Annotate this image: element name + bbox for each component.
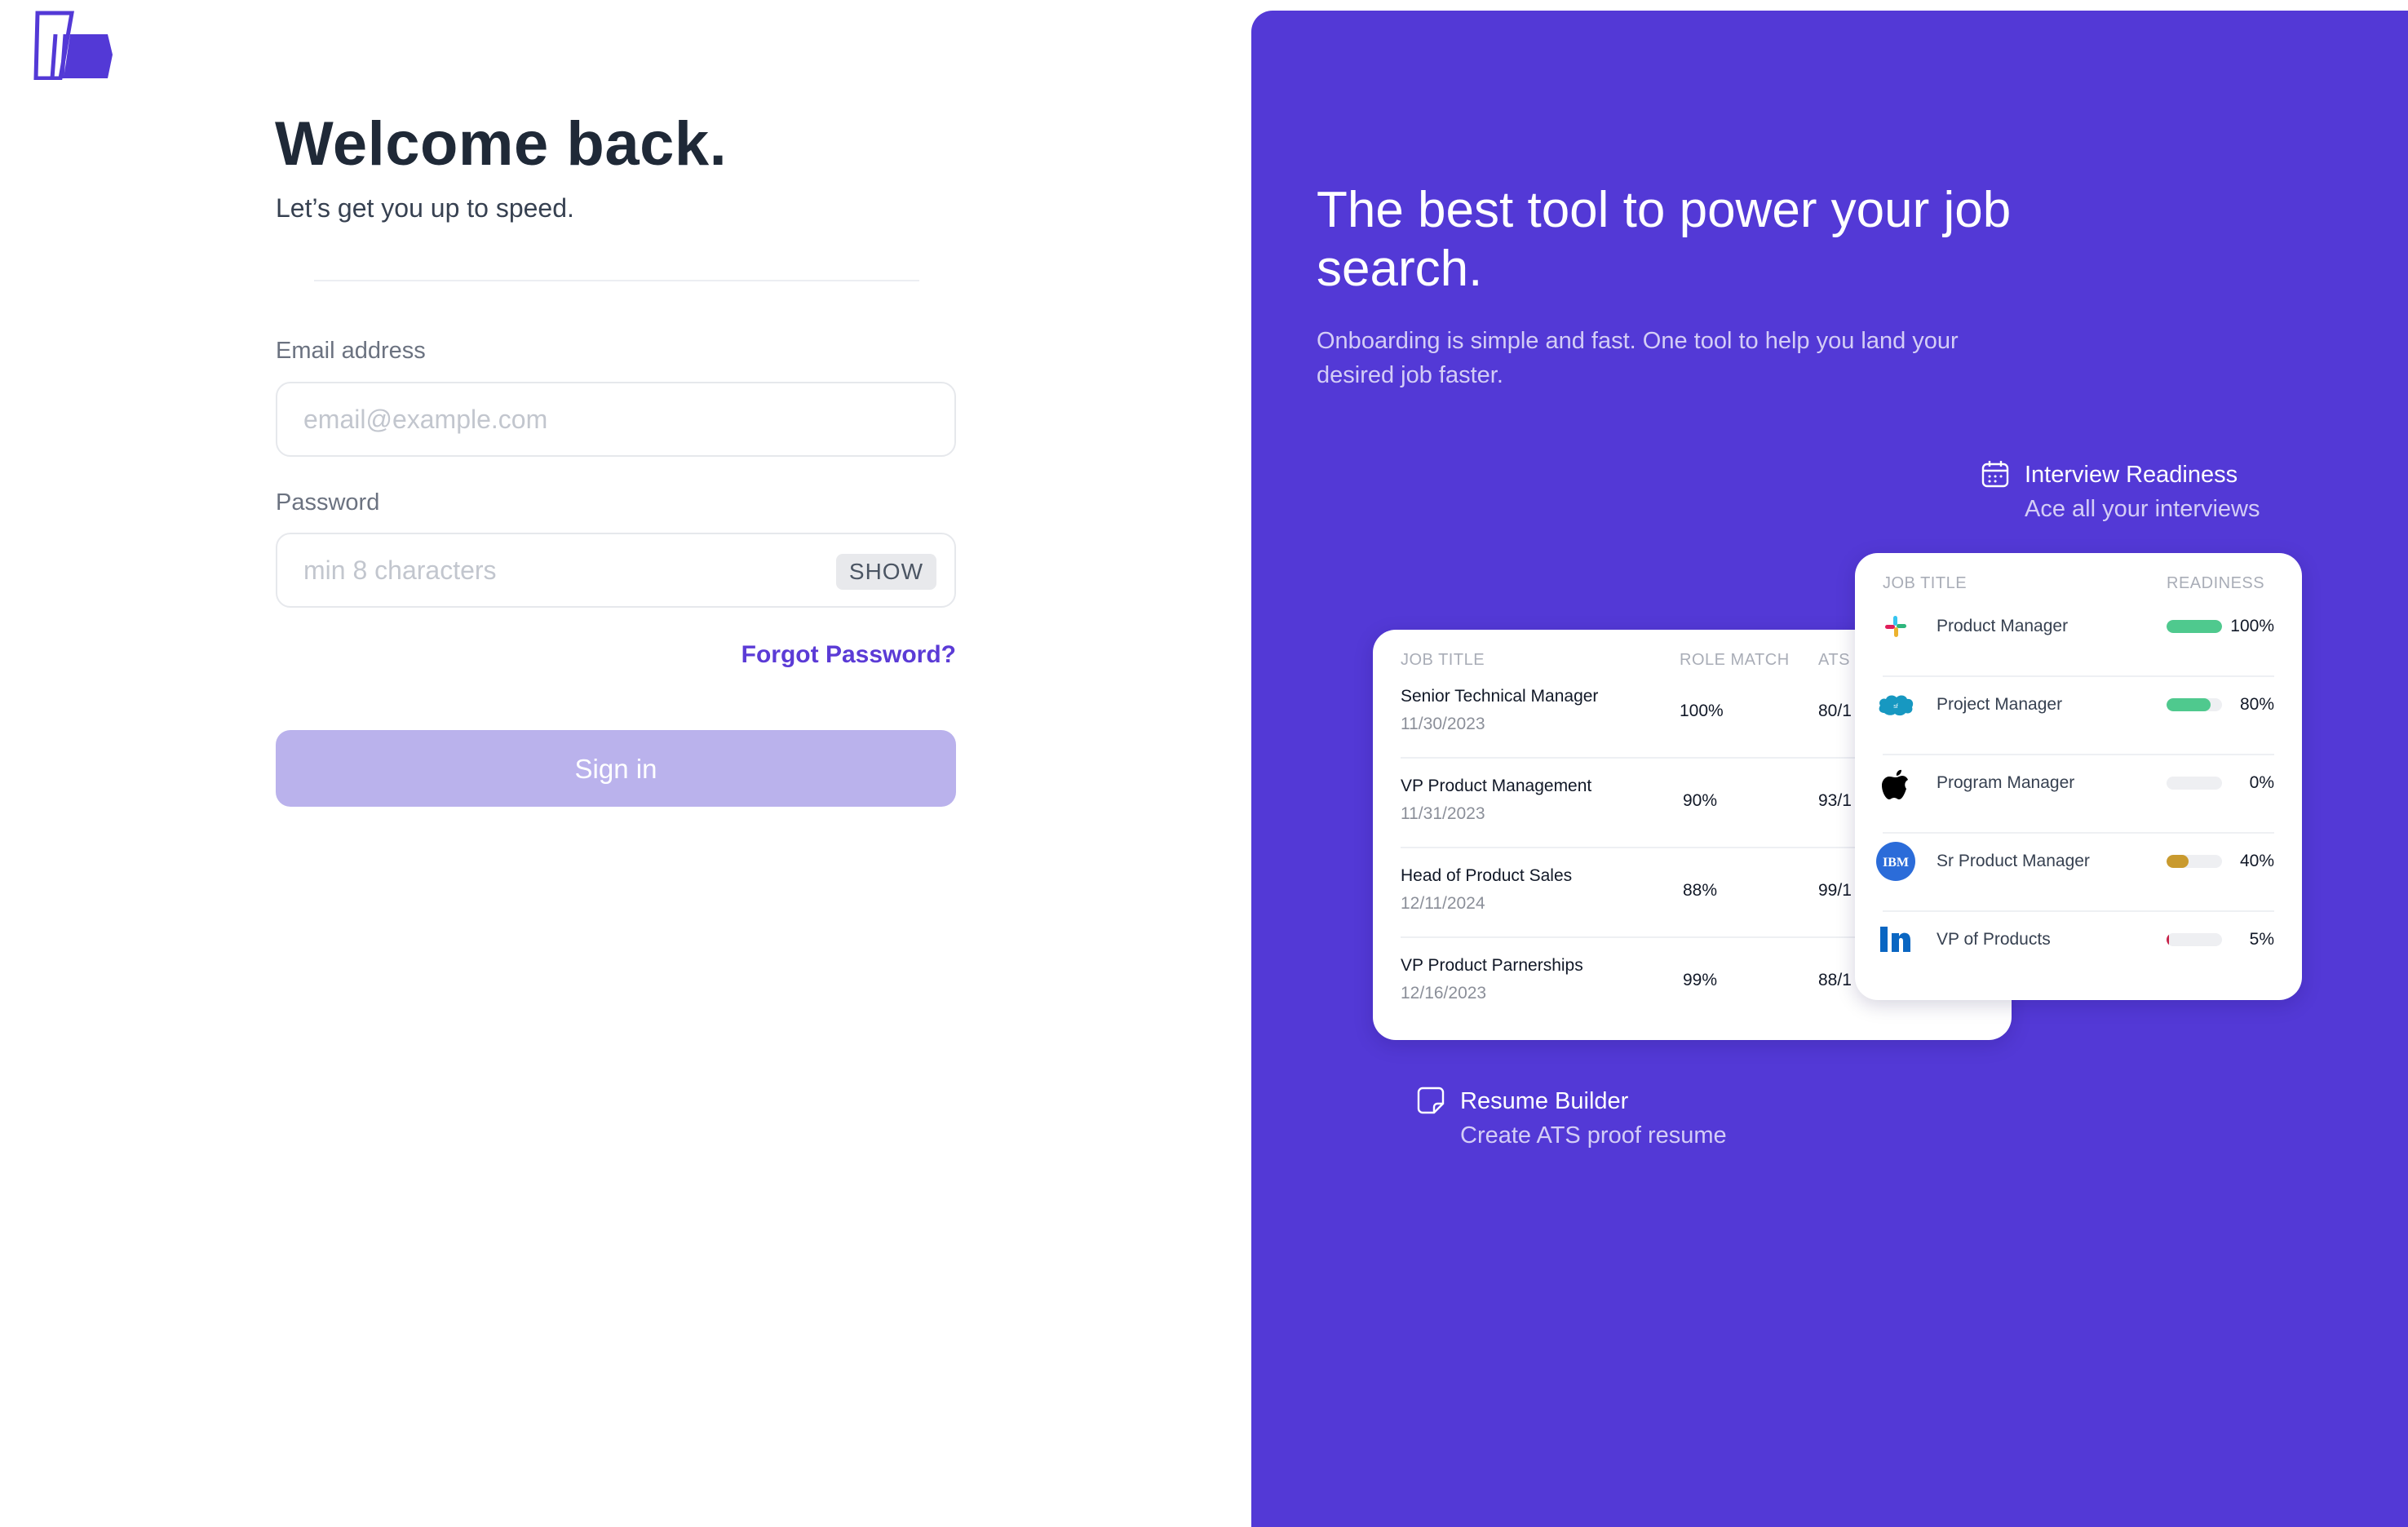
svg-text:sf: sf: [1893, 704, 1898, 710]
column-header: ROLE MATCH: [1680, 651, 1790, 669]
role-match-value: 99%: [1683, 971, 1718, 989]
job-title: Head of Product Sales: [1401, 866, 1573, 885]
divider: [314, 280, 919, 281]
ats-value: 88/1: [1818, 971, 1852, 989]
readiness-bar-fill: [2167, 698, 2211, 711]
sign-in-button[interactable]: Sign in: [276, 730, 956, 807]
password-label: Password: [276, 489, 380, 516]
role-match-value: 90%: [1683, 791, 1718, 810]
row-divider: [1883, 910, 2274, 912]
email-label: Email address: [276, 338, 426, 364]
password-input[interactable]: [303, 534, 809, 606]
job-title: Senior Technical Manager: [1401, 687, 1599, 706]
interview-readiness-title: Interview Readiness: [2025, 462, 2238, 488]
email-input[interactable]: [303, 383, 809, 455]
job-date: 12/11/2024: [1401, 894, 1485, 913]
row-divider: [1883, 675, 2274, 677]
column-header: JOB TITLE: [1401, 651, 1485, 669]
resume-builder-subtitle: Create ATS proof resume: [1460, 1122, 1727, 1149]
readiness-value: 5%: [2249, 930, 2274, 949]
job-title: VP of Products: [1937, 930, 2051, 949]
email-field-container: [276, 382, 956, 457]
readiness-bar: [2167, 698, 2222, 711]
calendar-icon: [1981, 461, 2009, 488]
job-title: Product Manager: [1937, 617, 2069, 635]
app-logo: [33, 11, 113, 80]
job-date: 11/31/2023: [1401, 804, 1485, 823]
readiness-value: 40%: [2239, 852, 2274, 870]
readiness-value: 0%: [2249, 773, 2274, 792]
column-header: JOB TITLE: [1883, 574, 1968, 592]
page-title: Welcome back.: [275, 109, 728, 179]
promo-description: Onboarding is simple and fast. One tool …: [1317, 328, 1959, 388]
forgot-password-link[interactable]: Forgot Password?: [741, 641, 956, 669]
readiness-bar: [2167, 620, 2222, 633]
readiness-bar-fill: [2167, 933, 2170, 946]
row-divider: [1883, 832, 2274, 834]
role-match-value: 100%: [1680, 702, 1724, 720]
interview-readiness-subtitle: Ace all your interviews: [2025, 496, 2260, 522]
job-date: 11/30/2023: [1401, 715, 1485, 733]
resume-builder-title: Resume Builder: [1460, 1088, 1629, 1114]
ats-value: 99/1: [1818, 881, 1852, 900]
job-title: Program Manager: [1937, 773, 2075, 792]
ibm-icon: IBM: [1876, 842, 1915, 881]
readiness-bar-fill: [2167, 620, 2222, 633]
role-match-value: 88%: [1683, 881, 1718, 900]
row-divider: [1883, 754, 2274, 755]
apple-icon: [1876, 764, 1915, 803]
readiness-value: 80%: [2239, 695, 2274, 714]
promo-title: The best tool to power your job search.: [1317, 182, 2012, 297]
svg-text:IBM: IBM: [1883, 856, 1909, 870]
job-title: Project Manager: [1937, 695, 2063, 714]
ats-value: 93/1: [1818, 791, 1852, 810]
salesforce-icon: sf: [1876, 685, 1915, 724]
readiness-bar: [2167, 855, 2222, 868]
slack-icon: [1876, 607, 1915, 646]
job-title: VP Product Parnerships: [1401, 956, 1583, 975]
readiness-bar: [2167, 777, 2222, 790]
document-icon: [1417, 1087, 1445, 1114]
job-title: VP Product Management: [1401, 777, 1592, 795]
job-date: 12/16/2023: [1401, 984, 1487, 1003]
page-subtitle: Let’s get you up to speed.: [276, 193, 574, 223]
linkedin-icon: [1876, 920, 1915, 959]
readiness-bar: [2167, 933, 2222, 946]
readiness-card: JOB TITLE READINESS Product Manager 100%…: [1855, 553, 2302, 1000]
readiness-value: 100%: [2230, 617, 2274, 635]
password-field-container: SHOW: [276, 533, 956, 608]
job-title: Sr Product Manager: [1937, 852, 2090, 870]
show-password-button[interactable]: SHOW: [835, 554, 936, 590]
ats-value: 80/1: [1818, 702, 1852, 720]
column-header: READINESS: [2167, 574, 2265, 592]
readiness-bar-fill: [2167, 855, 2189, 868]
column-header: ATS: [1818, 651, 1850, 669]
